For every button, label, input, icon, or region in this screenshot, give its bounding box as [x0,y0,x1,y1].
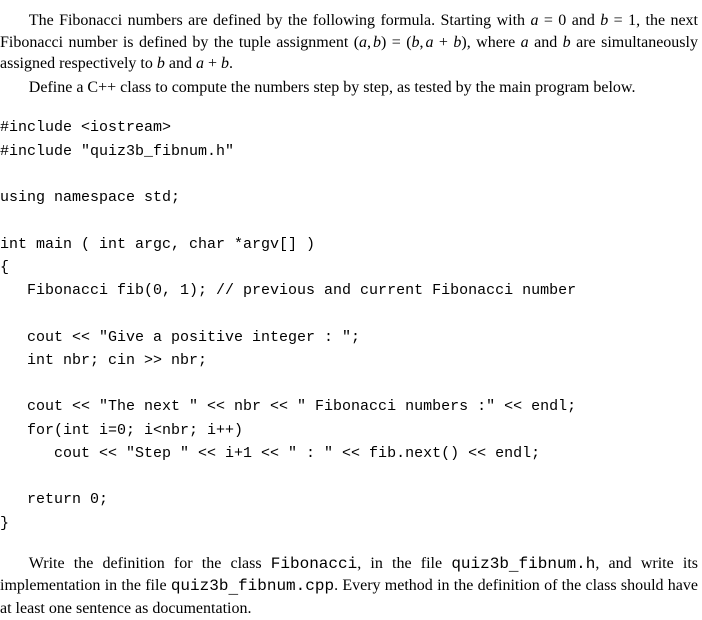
text: ) = ( [381,34,412,51]
text: and [165,55,196,72]
text: Write the definition for the class [29,555,271,572]
text: The Fibonacci numbers are defined by the… [29,12,531,29]
paragraph-intro: The Fibonacci numbers are defined by the… [0,10,698,75]
var-b: b [373,34,381,51]
var-a: a [359,34,367,51]
text: and [529,34,563,51]
var-b: b [412,34,420,51]
var-b: b [221,55,229,72]
text: Define a C++ class to compute the number… [29,79,636,96]
code-block: #include <iostream> #include "quiz3b_fib… [0,116,698,535]
var-a: a [521,34,529,51]
text: , in the file [357,555,451,572]
filename-impl: quiz3b_fibnum.cpp [171,577,334,597]
text: + [433,34,453,51]
paragraph-instructions: Write the definition for the class Fibon… [0,553,698,620]
text: , [420,34,424,51]
text: + [204,55,221,72]
var-b: b [563,34,571,51]
text: . [229,55,233,72]
filename-header: quiz3b_fibnum.h [451,555,595,575]
var-a: a [196,55,204,72]
class-name: Fibonacci [271,555,357,573]
text: ), where [461,34,520,51]
text: , [367,34,371,51]
text: = 0 and [538,12,600,29]
var-b: b [157,55,165,72]
paragraph-task: Define a C++ class to compute the number… [0,77,698,99]
